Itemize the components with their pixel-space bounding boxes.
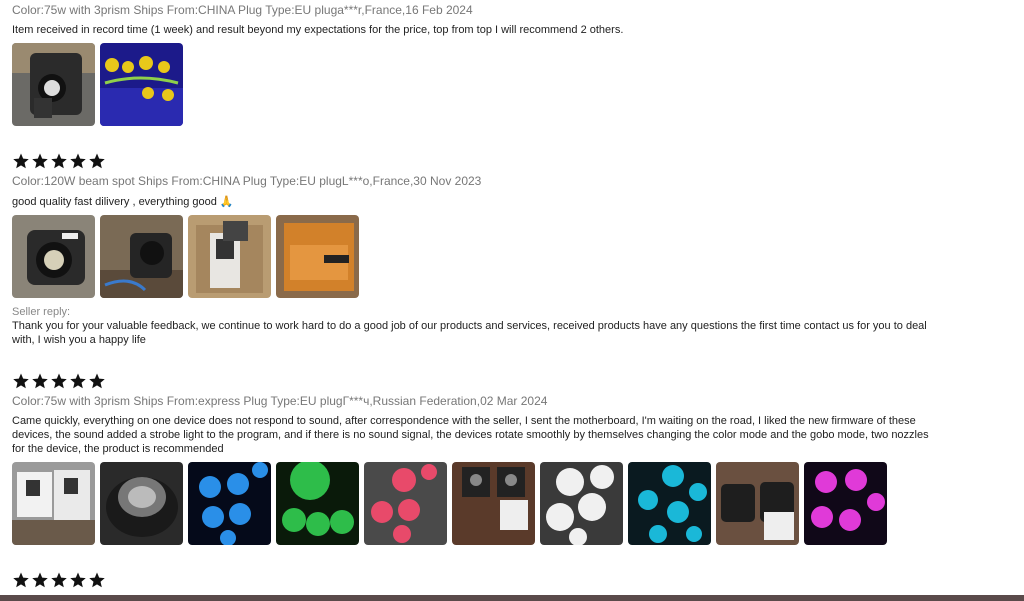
review-photos: [12, 43, 934, 126]
star-icon: [12, 571, 30, 589]
star-icon: [31, 152, 49, 170]
review-photo[interactable]: [804, 462, 887, 545]
review-photo[interactable]: [12, 462, 95, 545]
star-icon: [69, 571, 87, 589]
review-meta: Color:75w with 3prism Ships From:express…: [12, 394, 548, 408]
star-icon: [88, 152, 106, 170]
review-photo[interactable]: [100, 462, 183, 545]
seller-reply-text: Thank you for your valuable feedback, we…: [12, 320, 927, 346]
review-1: Color:75w with 3prism Ships From:CHINA P…: [12, 3, 934, 126]
review-text: good quality fast dilivery , everything …: [12, 196, 234, 208]
review-photo[interactable]: [100, 215, 183, 298]
star-icon: [88, 372, 106, 390]
star-icon: [50, 372, 68, 390]
review-text: Item received in record time (1 week) an…: [12, 24, 624, 36]
star-icon: [88, 571, 106, 589]
star-icon: [50, 571, 68, 589]
star-icon: [31, 372, 49, 390]
review-photo[interactable]: [276, 215, 359, 298]
review-2: Color:120W beam spot Ships From:CHINA Pl…: [12, 152, 934, 347]
review-photo[interactable]: [628, 462, 711, 545]
review-photo[interactable]: [12, 43, 95, 126]
review-photo[interactable]: [364, 462, 447, 545]
review-photos: [12, 215, 934, 298]
star-icon: [69, 372, 87, 390]
review-photo[interactable]: [452, 462, 535, 545]
rating-stars: [12, 571, 934, 589]
star-icon: [69, 152, 87, 170]
rating-stars: [12, 372, 934, 390]
review-3: Color:75w with 3prism Ships From:express…: [12, 372, 934, 545]
review-photos: [12, 462, 934, 545]
review-meta: Color:120W beam spot Ships From:CHINA Pl…: [12, 174, 482, 188]
star-icon: [12, 152, 30, 170]
review-photo[interactable]: [540, 462, 623, 545]
review-photo[interactable]: [12, 215, 95, 298]
review-4: [12, 571, 934, 589]
rating-stars: [12, 152, 934, 170]
star-icon: [50, 152, 68, 170]
review-photo[interactable]: [188, 462, 271, 545]
seller-reply-label: Seller reply:: [12, 306, 71, 318]
review-photo[interactable]: [276, 462, 359, 545]
review-meta: Color:75w with 3prism Ships From:CHINA P…: [12, 3, 473, 17]
taskbar-edge: [0, 595, 1024, 601]
review-photo[interactable]: [100, 43, 183, 126]
star-icon: [12, 372, 30, 390]
review-photo[interactable]: [716, 462, 799, 545]
star-icon: [31, 571, 49, 589]
review-text: Came quickly, everything on one device d…: [12, 415, 929, 455]
review-photo[interactable]: [188, 215, 271, 298]
